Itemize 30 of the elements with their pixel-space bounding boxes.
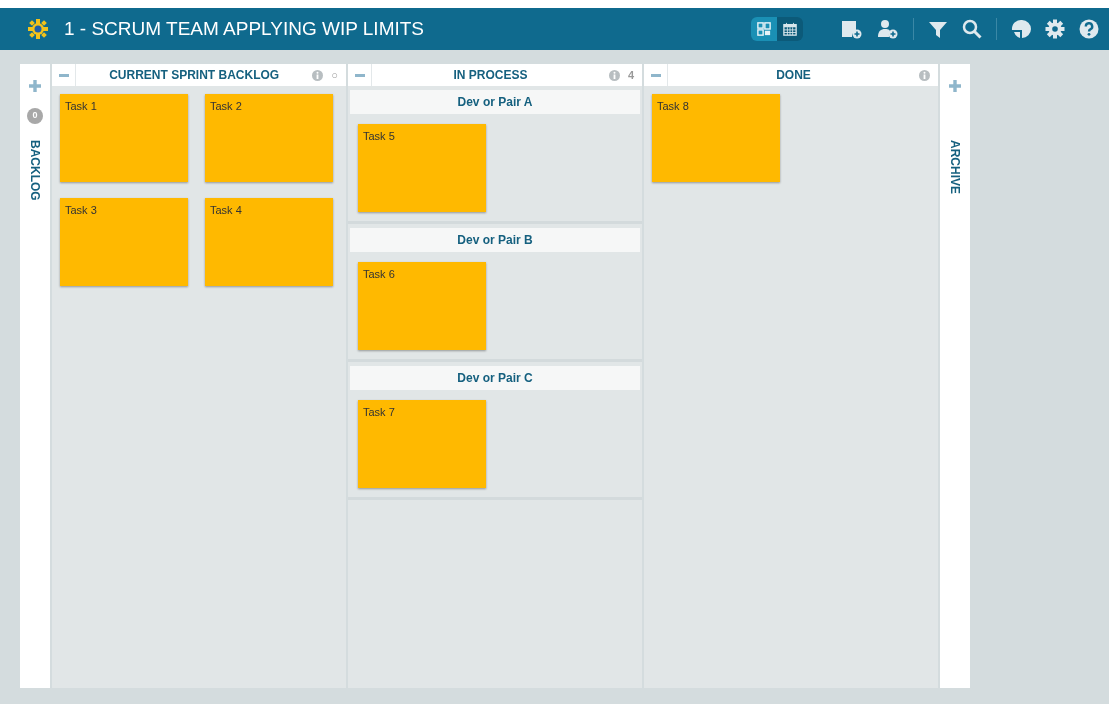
backlog-label[interactable]: BACKLOG [26,140,44,201]
filter-icon[interactable] [928,19,948,39]
task-card[interactable]: Task 5 [358,124,486,212]
search-icon[interactable] [962,19,982,39]
board-title: 1 - SCRUM TEAM APPLYING WIP LIMITS [64,16,425,41]
column-title: CURRENT SPRINT BACKLOG [108,67,281,84]
add-user-icon[interactable] [877,19,899,39]
lane-title[interactable]: Dev or Pair C [350,366,640,390]
task-card[interactable]: Task 4 [205,198,333,286]
task-card[interactable]: Task 3 [60,198,188,286]
archive-label[interactable]: ARCHIVE [946,140,964,194]
lane-title[interactable]: Dev or Pair B [350,228,640,252]
column-title: IN PROCESS [452,67,529,84]
wip-limit: ○ [331,67,338,83]
wip-limit: 4 [627,67,634,83]
calendar-view-icon[interactable] [777,17,803,41]
gear-logo-icon [28,19,48,39]
settings-icon[interactable] [1045,19,1065,39]
count-badge: 0 [27,108,43,124]
task-card[interactable]: Task 8 [652,94,780,182]
lane-title[interactable]: Dev or Pair A [350,90,640,114]
task-card[interactable]: Task 6 [358,262,486,350]
task-card[interactable]: Task 1 [60,94,188,182]
help-icon[interactable] [1079,19,1099,39]
add-card-icon[interactable] [841,19,863,39]
task-card[interactable]: Task 2 [205,94,333,182]
task-card[interactable]: Task 7 [358,400,486,488]
column-title: DONE [775,67,812,84]
pie-chart-icon[interactable] [1011,19,1031,39]
board-view-icon[interactable] [751,17,777,41]
